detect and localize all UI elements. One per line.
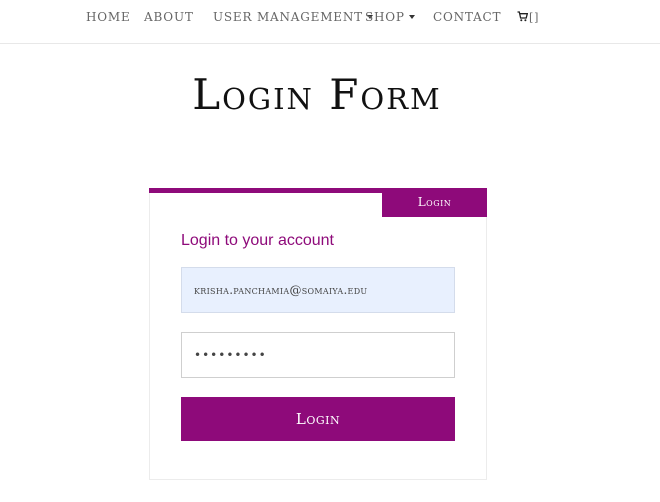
login-card: Login Login to your account Login: [149, 188, 487, 480]
nav-about[interactable]: ABOUT: [144, 10, 194, 24]
tab-login[interactable]: Login: [382, 188, 487, 217]
cart-count: []: [529, 11, 540, 24]
nav-user-management-label: USER MANAGEMENT: [213, 10, 363, 24]
nav-cart[interactable]: []: [517, 10, 539, 24]
chevron-down-icon: [408, 15, 415, 19]
cart-icon: [517, 11, 528, 22]
nav-contact[interactable]: CONTACT: [433, 10, 501, 24]
nav-home[interactable]: HOME: [86, 10, 131, 24]
email-field[interactable]: [181, 267, 455, 313]
nav-shop-label: SHOP: [365, 10, 405, 24]
password-field[interactable]: [181, 332, 455, 378]
top-navigation: HOME ABOUT USER MANAGEMENT SHOP CONTACT …: [0, 0, 660, 44]
login-heading: Login to your account: [181, 232, 334, 249]
nav-user-management[interactable]: USER MANAGEMENT: [213, 10, 373, 24]
login-button[interactable]: Login: [181, 397, 455, 441]
page-title: Login Form: [192, 70, 442, 119]
nav-shop[interactable]: SHOP: [365, 10, 415, 24]
